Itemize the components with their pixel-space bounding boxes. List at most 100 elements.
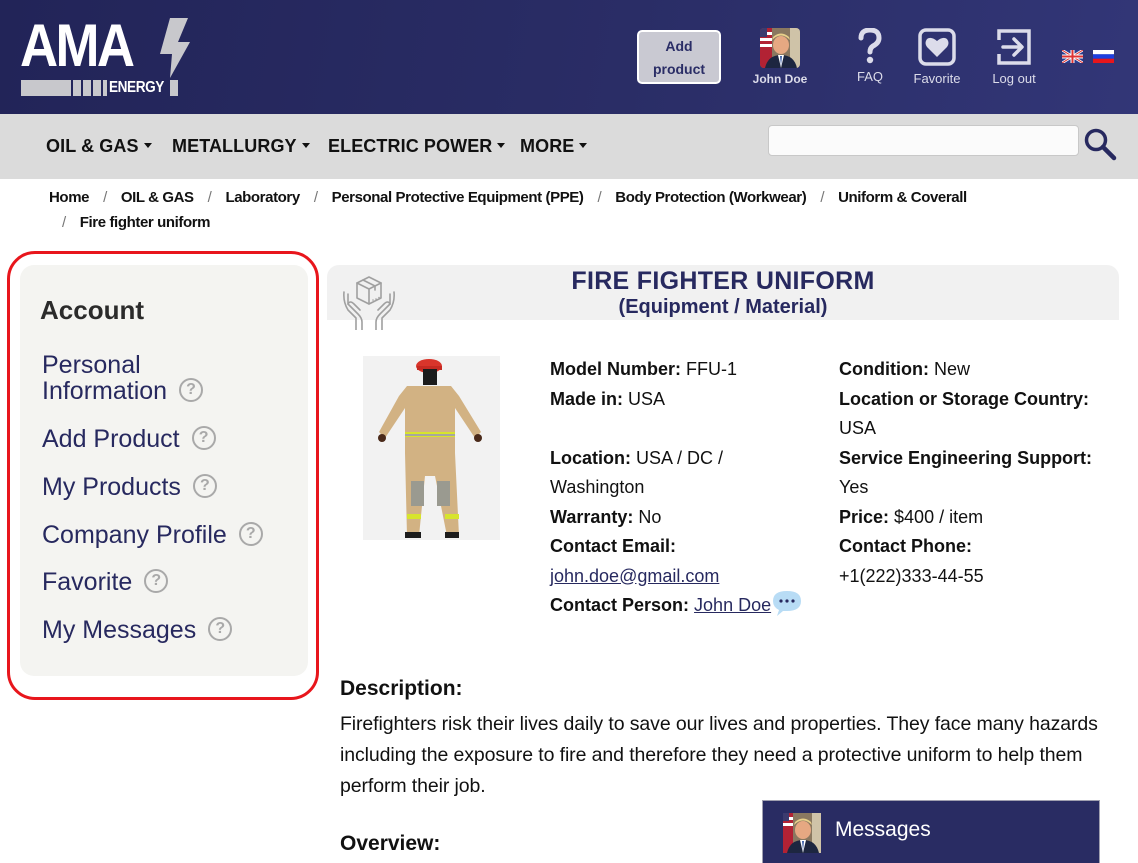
product-image[interactable]: [363, 356, 500, 540]
nav-oil-gas[interactable]: OIL & GAS: [46, 136, 152, 157]
spec-label: Made in:: [550, 388, 624, 409]
breadcrumb-home[interactable]: Home: [49, 183, 89, 213]
breadcrumb-separator: /: [207, 189, 212, 206]
spec-value: USA: [623, 388, 666, 409]
breadcrumb-oil-gas[interactable]: OIL & GAS: [121, 183, 194, 213]
spec-label: Contact Person:: [550, 595, 690, 615]
logo-bar: ENERGY: [21, 80, 178, 96]
breadcrumb-separator: /: [820, 189, 825, 206]
question-mark-icon: [858, 27, 882, 64]
spec-made-in: Made in: USA: [550, 385, 830, 415]
favorite-link[interactable]: Favorite: [908, 28, 966, 86]
messages-label: Messages: [835, 818, 931, 841]
spec-label: Condition:: [839, 359, 929, 379]
search-icon[interactable]: [1083, 127, 1117, 161]
product-specs-left: Model Number: FFU-1 Made in: USA Locatio…: [550, 355, 830, 621]
spec-contact-phone: Contact Phone:: [839, 532, 1129, 562]
spec-label: Service Engineering Support:: [839, 447, 1093, 468]
help-icon[interactable]: ?: [238, 522, 263, 547]
add-product-button[interactable]: Add product: [637, 30, 721, 84]
spec-value: $400 / item: [889, 506, 984, 527]
spec-label: Contact Email:: [550, 536, 677, 556]
spec-label: Warranty:: [550, 506, 634, 527]
ama-energy-logo[interactable]: AMA ENERGY: [20, 12, 190, 98]
overview-heading: Overview:: [340, 832, 441, 855]
nav-metallurgy-label: METALLURGY: [172, 136, 297, 156]
product-title: FIRE FIGHTER UNIFORM: [571, 267, 875, 295]
uk-flag-icon[interactable]: [1062, 50, 1083, 63]
nav-more-label: MORE: [520, 136, 575, 156]
user-name: John Doe: [752, 72, 808, 86]
spec-value: Washington: [550, 477, 645, 497]
spec-location: Location: USA / DC /: [550, 444, 830, 474]
caret-down-icon: [301, 142, 310, 148]
spec-value: USA: [839, 418, 877, 438]
nav-more[interactable]: MORE: [520, 136, 588, 157]
sidebar-item-label: My Messages: [42, 616, 197, 644]
sidebar-title: Account: [40, 295, 144, 325]
nav-electric-power[interactable]: ELECTRIC POWER: [328, 136, 506, 157]
sidebar-item-label: Company Profile: [42, 521, 227, 549]
help-icon[interactable]: ?: [179, 378, 204, 403]
messages-panel[interactable]: Messages: [762, 800, 1100, 863]
user-profile[interactable]: John Doe: [748, 28, 812, 86]
nav-oil-gas-label: OIL & GAS: [46, 136, 139, 156]
caret-down-icon: [579, 142, 588, 148]
spec-value: Yes: [839, 477, 869, 497]
sidebar-item-label: Add Product: [42, 425, 180, 453]
sidebar-item-label: My Products: [42, 473, 181, 501]
logout-link[interactable]: Log out: [986, 28, 1042, 86]
favorite-label: Favorite: [913, 71, 961, 86]
breadcrumb-uniform-coverall[interactable]: Uniform & Coverall: [838, 183, 967, 213]
sidebar-item-label: Personal: [42, 351, 141, 379]
spec-value: FFU-1: [681, 359, 738, 379]
spec-value: No: [633, 506, 662, 527]
sign-out-icon: [997, 29, 1031, 65]
help-icon[interactable]: ?: [208, 617, 233, 642]
sidebar-item-label: Information: [42, 377, 168, 405]
account-sidebar: Account Personal Information? Add Produc…: [20, 265, 308, 676]
breadcrumb-separator: /: [313, 189, 318, 206]
faq-label: FAQ: [856, 69, 883, 84]
sidebar-item-my-messages[interactable]: My Messages?: [42, 616, 233, 644]
breadcrumb-ppe[interactable]: Personal Protective Equipment (PPE): [332, 183, 584, 213]
nav-metallurgy[interactable]: METALLURGY: [172, 136, 310, 157]
help-icon[interactable]: ?: [191, 426, 216, 451]
spec-label: Price:: [839, 506, 890, 527]
search-input[interactable]: [768, 125, 1079, 156]
spec-value: New: [928, 359, 970, 379]
chat-bubble-icon[interactable]: [771, 589, 803, 617]
spec-price: Price: $400 / item: [839, 503, 1129, 533]
spec-label: Location or Storage Country:: [839, 388, 1090, 409]
sidebar-item-personal-information[interactable]: Personal Information?: [42, 351, 204, 405]
sidebar-item-company-profile[interactable]: Company Profile?: [42, 522, 263, 548]
caret-down-icon: [143, 142, 152, 148]
help-icon[interactable]: ?: [144, 569, 169, 594]
help-icon[interactable]: ?: [192, 474, 217, 499]
spec-model-number: Model Number: FFU-1: [550, 355, 830, 385]
logo-text: AMA: [20, 12, 135, 79]
product-specs-right: Condition: New Location or Storage Count…: [839, 355, 1129, 591]
contact-person-link[interactable]: John Doe: [694, 595, 771, 615]
spec-value: +1(222)333-44-55: [839, 565, 984, 586]
sidebar-item-add-product[interactable]: Add Product?: [42, 426, 216, 452]
heart-icon: [918, 28, 956, 66]
breadcrumb-laboratory[interactable]: Laboratory: [225, 183, 300, 213]
sidebar-item-my-products[interactable]: My Products?: [42, 474, 217, 500]
logo-energy-text: ENERGY: [109, 79, 164, 96]
contact-email-link[interactable]: john.doe@gmail.com: [550, 566, 719, 586]
breadcrumb-body-protection[interactable]: Body Protection (Workwear): [615, 183, 806, 213]
russia-flag-icon[interactable]: [1093, 50, 1114, 63]
spec-label: Location:: [550, 447, 631, 468]
description-heading: Description:: [340, 677, 463, 700]
user-avatar: [760, 28, 800, 68]
breadcrumb-separator: /: [103, 189, 107, 206]
faq-link[interactable]: FAQ: [850, 27, 890, 84]
sidebar-item-label: Favorite: [42, 568, 133, 596]
caret-down-icon: [497, 142, 506, 148]
spec-condition: Condition: New: [839, 355, 1129, 385]
breadcrumb-separator: /: [62, 214, 66, 231]
product-subtitle: (Equipment / Material): [618, 296, 828, 318]
sidebar-item-favorite[interactable]: Favorite?: [42, 568, 169, 596]
